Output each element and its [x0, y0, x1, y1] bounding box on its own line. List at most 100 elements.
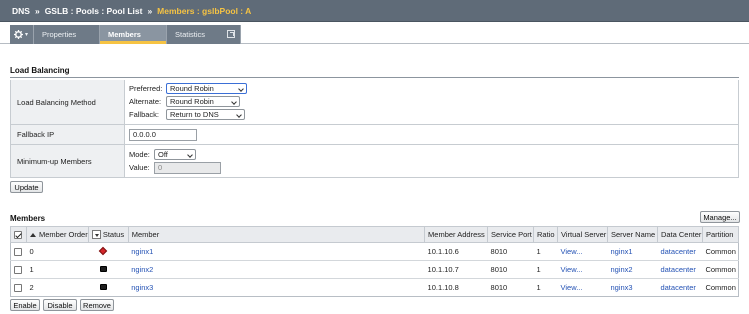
preferred-value: Round Robin [170, 84, 214, 93]
col-member-order[interactable]: Member Order [25, 226, 89, 243]
partition: Common [702, 260, 739, 279]
data-center-link[interactable]: datacenter [660, 265, 695, 274]
sort-ascending-icon [29, 233, 36, 238]
col-ratio[interactable]: Ratio [533, 226, 558, 243]
server-name-link[interactable]: nginx1 [610, 247, 632, 256]
gear-icon [14, 30, 23, 39]
mode-label: Mode: [129, 150, 150, 159]
mode-value: Off [158, 150, 168, 159]
row-checkbox[interactable] [14, 248, 22, 256]
ratio: 1 [533, 260, 558, 279]
service-port: 8010 [487, 242, 534, 261]
col-member[interactable]: Member [127, 226, 426, 243]
lb-method-row: Load Balancing Method Preferred: Round R… [11, 80, 738, 125]
breadcrumb-dns[interactable]: DNS [12, 6, 30, 16]
disable-button[interactable]: Disable [43, 299, 77, 311]
chevron-down-icon [231, 99, 237, 105]
alternate-select[interactable]: Round Robin [166, 96, 240, 107]
member-link[interactable]: nginx1 [131, 247, 153, 256]
server-name-link[interactable]: nginx3 [610, 283, 632, 292]
member-order: 0 [26, 242, 89, 261]
col-member-order-label: Member Order [38, 230, 88, 239]
col-status-label: Status [102, 229, 125, 239]
tab-bar: ▾ Properties Members Statistics [0, 22, 749, 44]
select-all-checkbox[interactable] [14, 231, 22, 239]
tab-members[interactable]: Members [100, 25, 167, 44]
status-filter-icon[interactable] [91, 230, 101, 240]
load-balancing-table: Load Balancing Method Preferred: Round R… [10, 80, 739, 178]
member-link[interactable]: nginx2 [131, 265, 153, 274]
chevron-down-icon: ▾ [25, 32, 29, 38]
member-address: 10.1.10.8 [424, 278, 488, 297]
fallback-ip-label: Fallback IP [11, 125, 125, 144]
row-checkbox[interactable] [14, 266, 22, 274]
status-unavailable-icon [98, 246, 108, 256]
fallback-ip-row: Fallback IP 0.0.0.0 [11, 125, 738, 145]
manage-button[interactable]: Manage... [700, 211, 740, 223]
col-service-port[interactable]: Service Port [487, 226, 535, 243]
remove-button[interactable]: Remove [80, 299, 114, 311]
tab-gear-menu[interactable]: ▾ [10, 25, 34, 44]
alternate-value: Round Robin [170, 97, 214, 106]
status-disabled-icon [100, 284, 108, 290]
breadcrumb-separator: » [147, 5, 153, 16]
status-disabled-icon [100, 266, 108, 272]
partition: Common [702, 278, 739, 297]
partition: Common [702, 242, 739, 261]
service-port: 8010 [487, 278, 534, 297]
col-status[interactable]: Status [87, 226, 129, 243]
ratio: 1 [533, 242, 558, 261]
table-row: 1 nginx2 10.1.10.7 8010 1 View... nginx2… [10, 260, 739, 279]
update-button[interactable]: Update [10, 181, 43, 193]
members-header-row: Member Order Status Member Member Addres… [10, 226, 740, 243]
breadcrumb: DNS » GSLB : Pools : Pool List » Members… [0, 0, 749, 22]
member-order: 1 [26, 260, 89, 279]
data-center-link[interactable]: datacenter [660, 247, 695, 256]
chevron-down-icon [236, 112, 242, 118]
value-input: 0 [154, 161, 221, 174]
col-data-center[interactable]: Data Center [656, 226, 703, 243]
members-table: Member Order Status Member Member Addres… [10, 226, 740, 297]
min-up-row: Minimum-up Members Mode: Off Value: 0 [11, 145, 738, 178]
tab-statistics[interactable]: Statistics [167, 25, 241, 44]
table-row: 2 nginx3 10.1.10.8 8010 1 View... nginx3… [10, 278, 739, 297]
data-center-link[interactable]: datacenter [660, 283, 695, 292]
load-balancing-title: Load Balancing [10, 66, 70, 75]
mode-select[interactable]: Off [154, 149, 196, 160]
tab-statistics-label: Statistics [175, 30, 206, 39]
table-row: 0 nginx1 10.1.10.6 8010 1 View... nginx1… [10, 242, 739, 261]
fallback-ip-input[interactable]: 0.0.0.0 [129, 128, 197, 141]
members-title: Members [10, 214, 46, 223]
section-divider [10, 77, 739, 78]
ratio: 1 [533, 278, 558, 297]
preferred-label: Preferred: [129, 84, 163, 93]
preferred-select[interactable]: Round Robin [166, 83, 247, 94]
breadcrumb-current: Members : gslbPool : A [157, 5, 252, 16]
fallback-select[interactable]: Return to DNS [166, 109, 245, 120]
col-virtual-server[interactable]: Virtual Server [557, 226, 608, 243]
member-address: 10.1.10.7 [424, 260, 488, 279]
virtual-server-link[interactable]: View... [561, 247, 583, 256]
breadcrumb-pool-list[interactable]: GSLB : Pools : Pool List [45, 6, 143, 16]
virtual-server-link[interactable]: View... [561, 265, 583, 274]
virtual-server-link[interactable]: View... [561, 283, 583, 292]
external-link-icon[interactable] [227, 30, 235, 38]
lb-method-label: Load Balancing Method [11, 80, 125, 124]
fallback-value: Return to DNS [170, 110, 219, 119]
col-server-name[interactable]: Server Name [606, 226, 658, 243]
min-up-label: Minimum-up Members [11, 145, 125, 177]
value-label: Value: [129, 163, 150, 172]
col-partition[interactable]: Partition [701, 226, 740, 243]
service-port: 8010 [487, 260, 534, 279]
col-member-address[interactable]: Member Address [424, 226, 489, 243]
enable-button[interactable]: Enable [10, 299, 40, 311]
chevron-down-icon [238, 86, 244, 92]
server-name-link[interactable]: nginx2 [610, 265, 632, 274]
tab-properties[interactable]: Properties [34, 25, 100, 44]
member-link[interactable]: nginx3 [131, 283, 153, 292]
breadcrumb-separator: » [34, 5, 40, 16]
row-checkbox[interactable] [14, 284, 22, 292]
member-order: 2 [26, 278, 89, 297]
alternate-label: Alternate: [129, 97, 162, 106]
fallback-label: Fallback: [129, 110, 160, 119]
